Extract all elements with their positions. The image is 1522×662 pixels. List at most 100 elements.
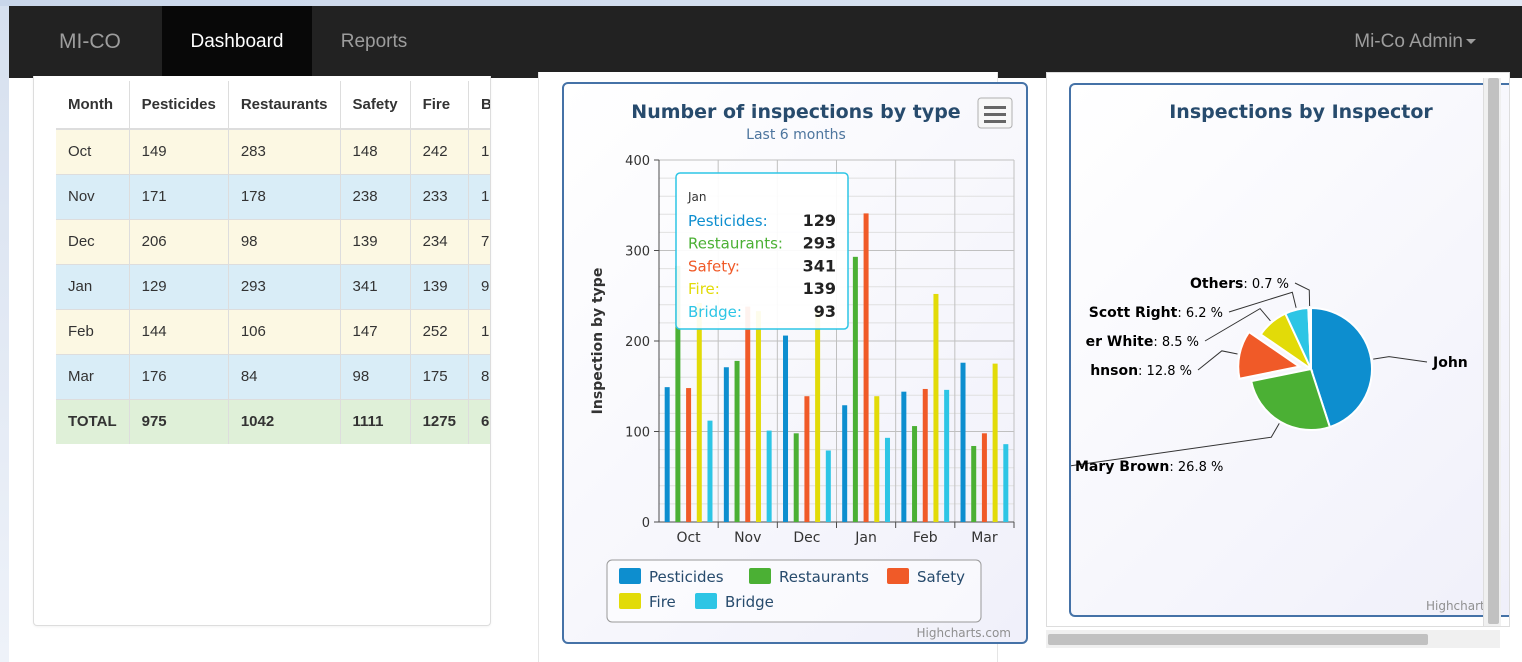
bar-safety-mar[interactable] xyxy=(981,433,987,522)
vertical-scrollbar[interactable] xyxy=(1483,78,1501,626)
table-cell: 149 xyxy=(129,128,229,174)
bar-pesticides-feb[interactable] xyxy=(901,391,907,522)
table-cell: Jan xyxy=(56,263,130,309)
table-cell: 8 xyxy=(468,353,490,399)
tooltip-label: Fire: xyxy=(688,280,720,298)
bar-fire-jan[interactable] xyxy=(874,396,880,522)
tooltip-label: Safety: xyxy=(688,257,740,275)
bar-bridge-oct[interactable] xyxy=(707,420,713,522)
bar-pesticides-dec[interactable] xyxy=(783,335,789,522)
legend-label: Safety xyxy=(917,568,965,586)
bar-bridge-feb[interactable] xyxy=(944,389,950,522)
y-tick-label: 200 xyxy=(625,335,650,350)
chart-legend: Pesticides Restaurants Safety Fire Bridge xyxy=(606,559,982,623)
column-header-pesticides[interactable]: Pesticides xyxy=(129,81,229,130)
pie-label: Scott Right: 6.2 % xyxy=(1089,305,1223,321)
bar-restaurants-nov[interactable] xyxy=(734,360,740,522)
bar-fire-feb[interactable] xyxy=(933,293,939,522)
bar-safety-oct[interactable] xyxy=(686,388,692,522)
tooltip-label: Restaurants: xyxy=(688,235,783,253)
bar-bridge-jan[interactable] xyxy=(884,437,890,522)
bar-safety-feb[interactable] xyxy=(922,388,928,522)
bar-pesticides-nov[interactable] xyxy=(723,367,729,522)
chart-subtitle: Last 6 months xyxy=(746,127,846,143)
legend-item-safety[interactable]: Safety xyxy=(887,568,965,586)
bar-pesticides-oct[interactable] xyxy=(664,387,670,522)
column-header-month[interactable]: Month xyxy=(56,81,130,130)
vertical-scroll-thumb[interactable] xyxy=(1488,78,1499,624)
table-cell: 242 xyxy=(410,128,469,174)
table-cell: 139 xyxy=(340,218,411,264)
table-row: Nov 171 178 238 233 1 xyxy=(56,173,490,219)
bar-bridge-dec[interactable] xyxy=(825,450,831,522)
pie-connector xyxy=(1373,356,1428,363)
pie-chart: Inspections by Inspector John Mary Brown: … xyxy=(1071,101,1491,613)
tooltip-label: Bridge: xyxy=(688,303,742,321)
table-cell: 178 xyxy=(228,173,341,219)
pie-label: er White: 8.5 % xyxy=(1086,334,1199,350)
bar-safety-nov[interactable] xyxy=(745,306,751,522)
bar-restaurants-feb[interactable] xyxy=(912,426,918,522)
inspections-table: Month Pesticides Restaurants Safety Fire B Oc… xyxy=(56,81,490,444)
bar-chart: Number of inspections by type Last 6 mont… xyxy=(590,97,1015,640)
bar-restaurants-dec[interactable] xyxy=(793,433,799,522)
table-cell: 234 xyxy=(410,218,469,264)
chart-credits[interactable]: Highcharts.com xyxy=(917,626,1011,640)
legend-label: Pesticides xyxy=(649,568,724,586)
y-tick-label: 400 xyxy=(625,154,650,169)
user-menu-dropdown[interactable]: Mi-Co Admin xyxy=(1354,6,1476,78)
bar-fire-mar[interactable] xyxy=(992,363,998,522)
horizontal-scrollbar[interactable] xyxy=(1046,630,1500,648)
hamburger-menu-icon[interactable] xyxy=(977,97,1013,129)
nav-tab-reports[interactable]: Reports xyxy=(319,6,429,78)
legend-item-restaurants[interactable]: Restaurants xyxy=(749,568,869,586)
x-tick-label: Jan xyxy=(854,530,877,546)
bar-bridge-nov[interactable] xyxy=(766,430,772,522)
table-cell: 171 xyxy=(129,173,229,219)
table-cell: Dec xyxy=(56,218,130,264)
bar-fire-oct[interactable] xyxy=(696,302,702,522)
table-cell: 139 xyxy=(410,263,469,309)
legend-label: Restaurants xyxy=(779,568,869,586)
table-cell: 283 xyxy=(228,128,341,174)
table-cell: TOTAL xyxy=(56,398,130,444)
tooltip-value: 341 xyxy=(803,256,836,275)
tooltip-label: Pesticides: xyxy=(688,212,768,230)
bar-restaurants-mar[interactable] xyxy=(971,445,977,522)
bar-safety-jan[interactable] xyxy=(863,213,869,522)
table-cell: 144 xyxy=(129,308,229,354)
table-cell: 975 xyxy=(129,398,229,444)
column-header-safety[interactable]: Safety xyxy=(340,81,411,130)
table-cell: 148 xyxy=(340,128,411,174)
column-header-fire[interactable]: Fire xyxy=(410,81,469,130)
table-cell: Oct xyxy=(56,128,130,174)
bar-restaurants-jan[interactable] xyxy=(852,256,858,522)
pie-label: hnson: 12.8 % xyxy=(1090,363,1192,379)
pie-chart-panel: Inspections by Inspector John Mary Brown: … xyxy=(1046,72,1510,627)
pie-chart-container: Inspections by Inspector John Mary Brown: … xyxy=(1069,83,1509,617)
legend-item-bridge[interactable]: Bridge xyxy=(695,593,774,611)
legend-item-pesticides[interactable]: Pesticides xyxy=(619,568,724,586)
bar-fire-nov[interactable] xyxy=(755,311,761,522)
table-header-row: Month Pesticides Restaurants Safety Fire B xyxy=(56,81,490,130)
horizontal-scroll-thumb[interactable] xyxy=(1048,634,1428,645)
table-cell: 6 xyxy=(468,398,490,444)
brand-logo[interactable]: MI-CO xyxy=(59,6,121,78)
bar-pesticides-mar[interactable] xyxy=(960,362,966,522)
bar-safety-dec[interactable] xyxy=(804,396,810,522)
nav-tab-dashboard[interactable]: Dashboard xyxy=(162,6,312,78)
table-cell: 1042 xyxy=(228,398,341,444)
y-tick-label: 0 xyxy=(642,516,650,531)
pie-credits[interactable]: Highcharts xyxy=(1426,599,1491,613)
column-header-restaurants[interactable]: Restaurants xyxy=(228,81,341,130)
table-row: Oct 149 283 148 242 1 xyxy=(56,128,490,174)
bar-fire-dec[interactable] xyxy=(815,310,821,522)
table-panel: Month Pesticides Restaurants Safety Fire B Oc… xyxy=(33,76,491,626)
bar-pesticides-jan[interactable] xyxy=(842,405,848,522)
table-row: Jan 129 293 341 139 9 xyxy=(56,263,490,309)
column-header-b[interactable]: B xyxy=(468,81,490,130)
chart-title: Number of inspections by type xyxy=(631,101,960,123)
pie-label: Others: 0.7 % xyxy=(1190,276,1289,292)
bar-bridge-mar[interactable] xyxy=(1003,444,1009,522)
bar-chart-container: Number of inspections by type Last 6 mont… xyxy=(562,82,1028,644)
